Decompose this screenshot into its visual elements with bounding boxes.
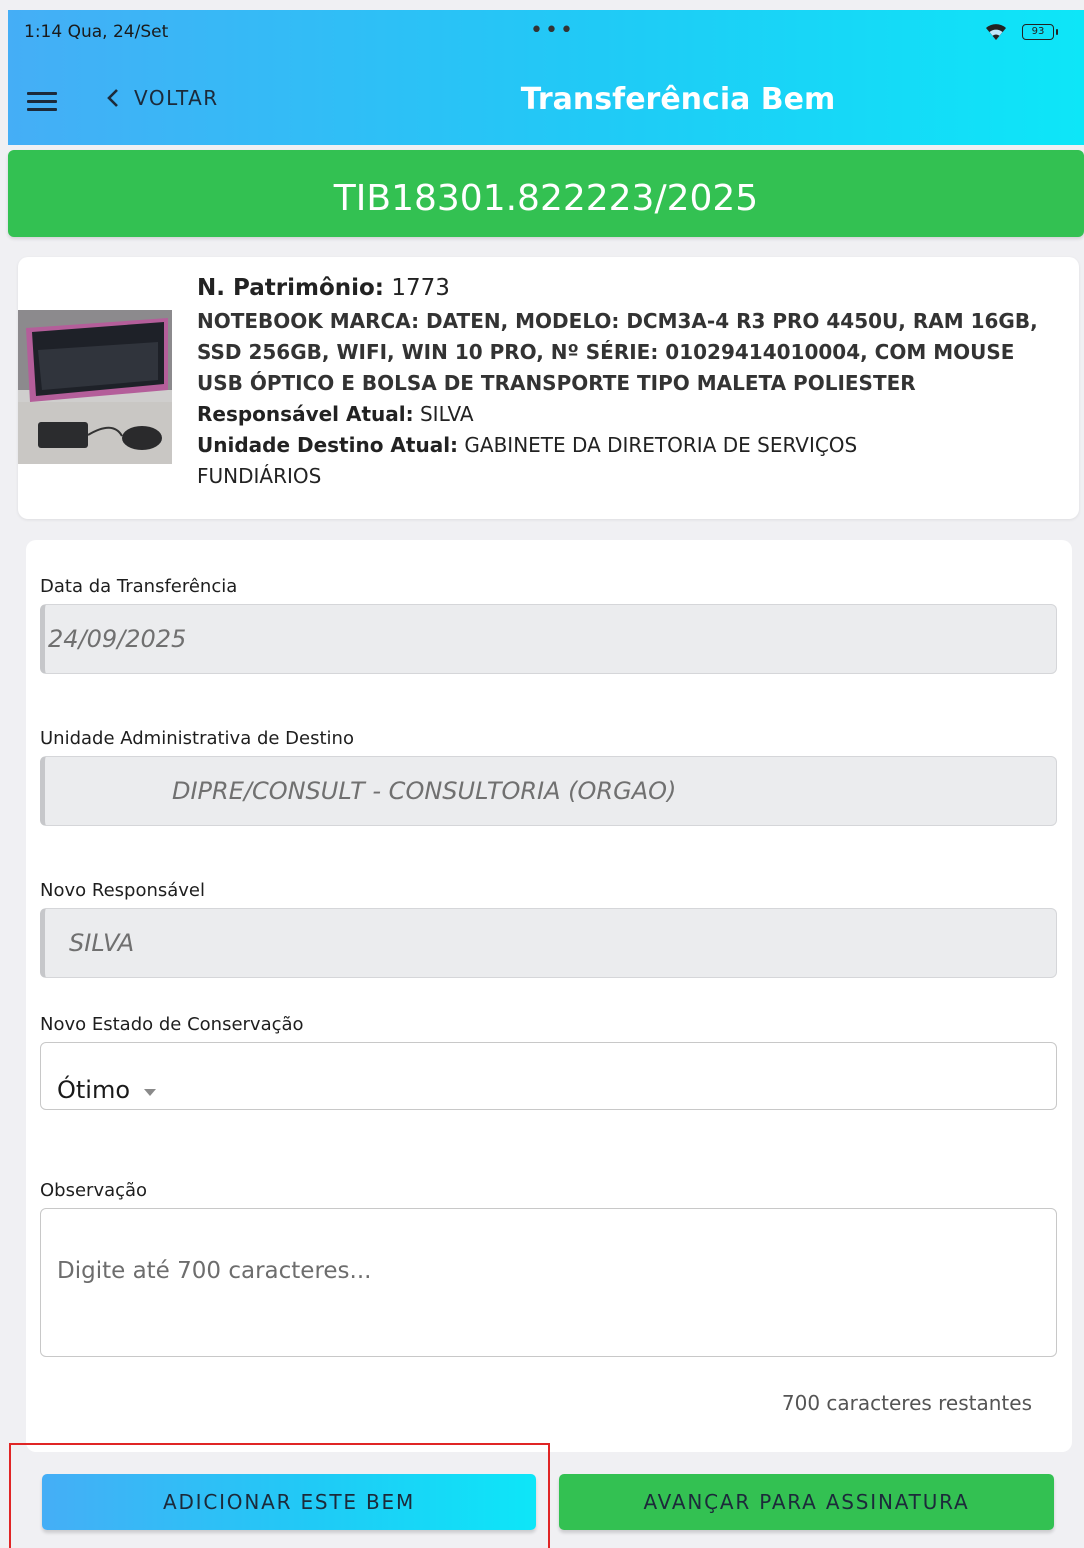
- condition-value: Ótimo: [57, 1076, 131, 1104]
- observation-label: Observação: [40, 1180, 148, 1201]
- status-time: 1:14 Qua, 24/Set: [24, 22, 169, 42]
- new-responsible-field: SILVA: [40, 908, 1057, 978]
- condition-label: Novo Estado de Conservação: [40, 1014, 304, 1035]
- observation-placeholder: Digite até 700 caracteres...: [57, 1258, 372, 1284]
- caret-down-icon: [144, 1089, 156, 1096]
- asset-card: N. Patrimônio: 1773 NOTEBOOK MARCA: DATE…: [18, 257, 1079, 519]
- patrimonio-line: N. Patrimônio: 1773: [197, 273, 1067, 304]
- responsavel-line: Responsável Atual: SILVA: [197, 399, 1067, 430]
- destination-unit-value: DIPRE/CONSULT - CONSULTORIA (ORGAO): [172, 777, 677, 805]
- responsavel-label: Responsável Atual:: [197, 402, 414, 426]
- responsible-label: Novo Responsável: [40, 880, 205, 901]
- asset-description: NOTEBOOK MARCA: DATEN, MODELO: DCM3A-4 R…: [197, 309, 1038, 395]
- wifi-icon: [986, 24, 1006, 40]
- back-button[interactable]: VOLTAR: [106, 86, 219, 110]
- status-dots: •••: [530, 18, 575, 43]
- unit-label: Unidade Administrativa de Destino: [40, 728, 354, 749]
- back-label: VOLTAR: [134, 86, 219, 110]
- transfer-code-banner: TIB18301.822223/2025: [8, 150, 1084, 237]
- date-field: 24/09/2025: [40, 604, 1057, 674]
- date-label: Data da Transferência: [40, 576, 238, 597]
- responsavel-value: SILVA: [419, 402, 474, 426]
- battery-icon: 93: [1022, 24, 1058, 40]
- add-item-button[interactable]: ADICIONAR ESTE BEM: [42, 1474, 536, 1530]
- date-value: 24/09/2025: [48, 625, 187, 653]
- patrimonio-value: 1773: [391, 275, 450, 301]
- asset-info: N. Patrimônio: 1773 NOTEBOOK MARCA: DATE…: [197, 273, 1067, 492]
- transfer-form: Data da Transferência 24/09/2025 Unidade…: [26, 540, 1072, 1452]
- app-header: 1:14 Qua, 24/Set ••• 93 VOLTAR Transferê…: [8, 10, 1084, 145]
- chevron-left-icon: [107, 89, 118, 107]
- new-responsible-value: SILVA: [69, 929, 135, 957]
- proceed-to-signature-button[interactable]: AVANÇAR PARA ASSINATURA: [559, 1474, 1054, 1530]
- observation-textarea[interactable]: Digite até 700 caracteres...: [40, 1208, 1057, 1357]
- condition-select[interactable]: Ótimo: [40, 1042, 1057, 1110]
- hamburger-menu-icon[interactable]: [27, 92, 57, 112]
- unidade-label: Unidade Destino Atual:: [197, 433, 459, 457]
- page-title: Transferência Bem: [520, 82, 836, 117]
- character-counter: 700 caracteres restantes: [781, 1391, 1032, 1415]
- destination-unit-field: DIPRE/CONSULT - CONSULTORIA (ORGAO): [40, 756, 1057, 826]
- unidade-line: Unidade Destino Atual: GABINETE DA DIRET…: [197, 430, 1067, 492]
- asset-photo: [18, 310, 172, 464]
- patrimonio-label: N. Patrimônio:: [197, 275, 384, 301]
